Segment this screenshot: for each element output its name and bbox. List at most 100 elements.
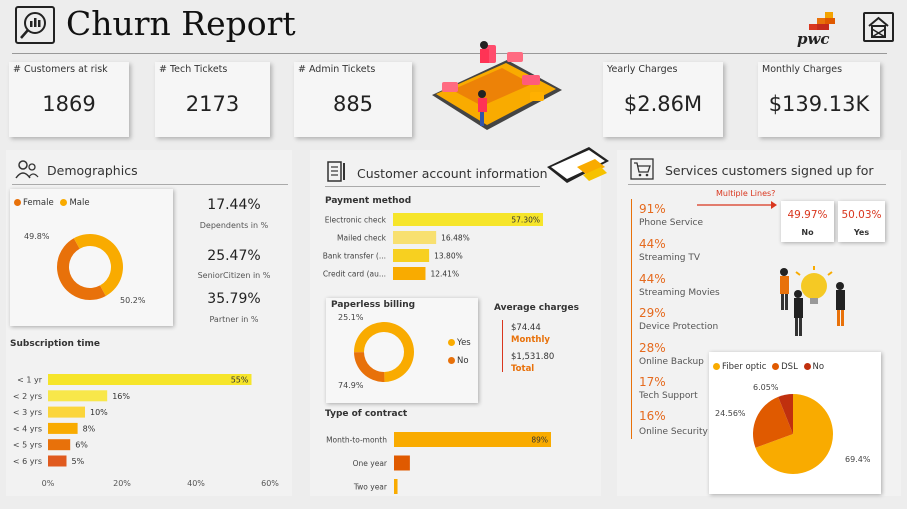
pie-data-label: 24.56% <box>715 409 746 418</box>
bar <box>48 439 71 451</box>
document-icon <box>327 161 345 182</box>
avg-charges-bar <box>502 320 503 372</box>
bar <box>48 406 85 418</box>
gender-donut-chart: 49.8% 50.2% <box>24 232 146 305</box>
pie-data-label: 50.2% <box>120 296 146 305</box>
avg-total-label: Total <box>511 364 535 374</box>
account-divider <box>325 186 540 187</box>
kpi-admin-tickets: # Admin Tickets 885 <box>294 62 412 137</box>
kpi-value: $2.86M <box>623 92 703 116</box>
bar <box>394 455 410 471</box>
payment-title: Payment method <box>325 196 412 206</box>
subscription-bar-chart: < 1 yr 55% < 2 yrs 16% < 3 yrs 10% < 4 yrs 8% < … <box>13 374 279 488</box>
service-tech-support-pct: 17% <box>639 375 666 389</box>
kpi-label: # Customers at risk <box>13 64 108 75</box>
pie-data-label: 25.1% <box>338 313 364 322</box>
multiple-lines-no-value: 49.97% <box>787 209 828 221</box>
dependents-label: Dependents in % <box>199 221 269 230</box>
paperless-donut-chart: 74.9% 25.1% <box>338 313 414 390</box>
bar <box>48 455 67 467</box>
senior-citizen-value: 25.47% <box>207 248 261 264</box>
kpi-value: 885 <box>332 92 374 116</box>
bar-data-label: 6% <box>75 441 88 450</box>
paperless-legend-no: No <box>448 356 469 366</box>
demographics-title: Demographics <box>47 163 138 178</box>
x-tick-label: 0% <box>42 479 55 488</box>
home-icon[interactable] <box>863 12 894 42</box>
avg-charges-title: Average charges <box>494 303 579 313</box>
bar-category-label: < 5 yrs <box>13 441 42 450</box>
bar-category-label: Mailed check <box>337 234 387 243</box>
payment-bar-chart: Electronic check 57.30% Mailed check 16.48%… <box>323 213 543 280</box>
services-title: Services customers signed up for <box>665 163 874 178</box>
bar-category-label: Bank transfer (... <box>323 252 386 261</box>
pie-slice-no <box>354 352 385 382</box>
kpi-label: # Admin Tickets <box>298 64 376 75</box>
service-phone-name: Phone Service <box>639 218 704 228</box>
bar-data-label: 16.48% <box>441 234 470 243</box>
page-title: Churn Report <box>66 4 296 43</box>
kpi-label: Monthly Charges <box>762 64 843 75</box>
bar-data-label: 8% <box>83 424 96 433</box>
people-icon <box>15 160 39 179</box>
avg-total-value: $1,531.80 <box>511 352 555 362</box>
service-device-protection-pct: 29% <box>639 306 666 320</box>
kpi-value: 1869 <box>42 92 96 116</box>
pie-data-label: 74.9% <box>338 381 364 390</box>
service-online-backup-pct: 28% <box>639 341 666 355</box>
paperless-legend-yes: Yes <box>448 338 471 348</box>
bar-category-label: < 2 yrs <box>13 392 42 401</box>
kpi-customers-at-risk: # Customers at risk 1869 <box>9 62 129 137</box>
bar-category-label: Month-to-month <box>326 436 387 445</box>
pie-data-label: 69.4% <box>845 455 871 464</box>
service-streaming-tv-name: Streaming TV <box>639 253 700 263</box>
mobile-payment-illustration <box>547 147 609 183</box>
services-divider <box>628 184 886 185</box>
dependents-value: 17.44% <box>207 197 261 213</box>
bar <box>394 479 398 494</box>
contract-title: Type of contract <box>325 409 408 419</box>
account-title: Customer account information <box>357 166 548 181</box>
bar-category-label: < 6 yrs <box>13 457 42 466</box>
multiple-lines-yes-value: 50.03% <box>841 209 882 221</box>
bar-category-label: One year <box>353 459 388 468</box>
demographics-divider <box>12 184 288 185</box>
kpi-label: Yearly Charges <box>607 64 678 75</box>
report-icon <box>15 6 55 44</box>
partner-value: 35.79% <box>207 291 261 307</box>
pwc-logo-text: pwc <box>797 30 830 48</box>
kpi-label: # Tech Tickets <box>159 64 228 75</box>
bar-data-label: 16% <box>112 392 130 401</box>
bar-category-label: Two year <box>353 483 388 492</box>
x-tick-label: 40% <box>187 479 205 488</box>
pie-data-label: 49.8% <box>24 232 50 241</box>
bar-data-label: 10% <box>90 408 108 417</box>
bar-data-label: 12.41% <box>430 270 459 279</box>
shopping-cart-icon <box>630 158 654 180</box>
bar-category-label: < 1 yr <box>17 376 43 385</box>
bar-data-label: 55% <box>231 376 249 385</box>
services-list-rule <box>631 199 632 439</box>
bar <box>48 422 78 434</box>
bar <box>394 432 551 447</box>
yes-legend-dot <box>448 339 455 346</box>
bar-category-label: Electronic check <box>325 216 387 225</box>
service-online-security-name: Online Security <box>639 427 708 437</box>
partner-label: Partner in % <box>209 315 259 324</box>
bar <box>393 249 430 262</box>
multiple-lines-label: Multiple Lines? <box>716 189 776 198</box>
pie-data-label: 6.05% <box>753 383 779 392</box>
kpi-yearly-charges: Yearly Charges $2.86M <box>603 62 723 137</box>
kpi-value: $139.13K <box>768 92 870 116</box>
no-legend-dot <box>448 357 455 364</box>
service-streaming-tv-pct: 44% <box>639 237 666 251</box>
bar <box>393 231 437 244</box>
bar <box>48 390 108 402</box>
bar-data-label: 5% <box>72 457 85 466</box>
service-streaming-movies-name: Streaming Movies <box>639 288 720 298</box>
kpi-tech-tickets: # Tech Tickets 2173 <box>155 62 270 137</box>
avg-monthly-value: $74.44 <box>511 323 541 333</box>
internet-pie-chart: 69.4% 24.56% 6.05% <box>715 383 871 474</box>
service-tech-support-name: Tech Support <box>639 391 698 401</box>
pwc-logo: pwc <box>795 12 843 48</box>
